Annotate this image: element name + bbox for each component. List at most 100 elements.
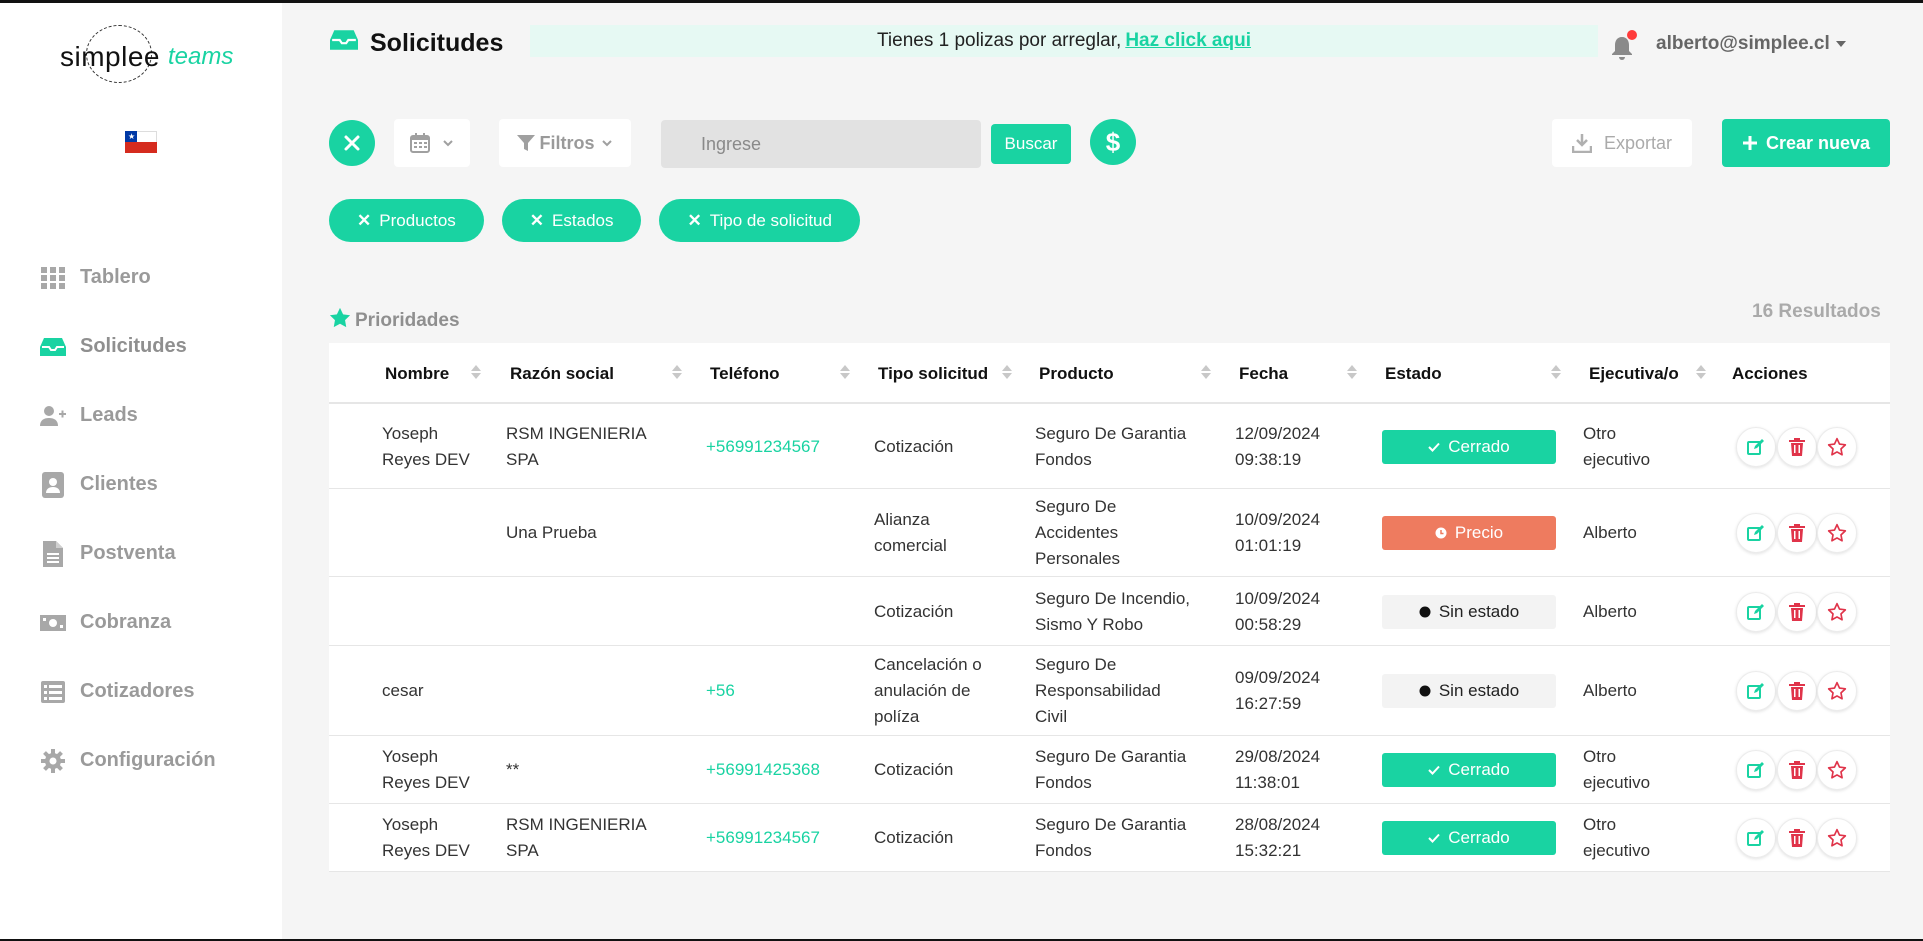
delete-button[interactable] [1777,750,1817,790]
sidebar-item-solicitudes[interactable]: Solicitudes [40,312,260,381]
grid-icon [40,265,66,291]
search-button[interactable]: Buscar [991,124,1071,164]
chip-label: Estados [552,210,614,230]
star-icon [1827,760,1847,780]
sort-icon[interactable] [672,365,682,379]
banner-link[interactable]: Haz click aqui [1125,30,1251,52]
sort-icon[interactable] [840,365,850,379]
edit-button[interactable] [1736,591,1776,632]
sort-icon[interactable] [1002,365,1012,379]
trash-icon [1789,602,1805,621]
favorite-button[interactable] [1817,591,1857,632]
table-row[interactable]: Yoseph Reyes DEV RSM INGENIERIA SPA +5699123… [329,804,1890,872]
delete-button[interactable] [1777,818,1817,858]
cell-telefono[interactable] [706,577,866,646]
cell-telefono[interactable]: +56991234567 [706,404,866,489]
delete-button[interactable] [1777,671,1817,711]
favorite-button[interactable] [1817,426,1857,467]
table-row[interactable]: cesar +56 Cancelación o anulación de políza S… [329,646,1890,736]
bell-icon[interactable] [1610,30,1638,61]
cell-tipo-solicitud: Cotización [874,804,999,872]
cell-fecha: 09/09/2024 16:27:59 [1235,646,1355,736]
filters-button[interactable]: Filtros [499,119,631,167]
sidebar-item-configuracion[interactable]: Configuración [40,726,260,795]
status-badge[interactable]: Sin estado [1382,674,1556,708]
status-label: Precio [1454,523,1504,542]
column-header-razon-social[interactable]: Razón social [510,343,614,404]
status-badge[interactable]: Sin estado [1382,594,1556,629]
status-badge[interactable]: Cerrado [1382,753,1556,787]
favorite-button[interactable] [1817,513,1857,553]
logo-suffix: teams [168,43,234,70]
cell-telefono[interactable]: +56 [706,646,866,736]
chip-productos[interactable]: ✕ Productos [329,199,484,242]
dollar-button[interactable]: $ [1090,119,1136,165]
edit-button[interactable] [1736,818,1776,858]
star-icon [1827,602,1847,622]
user-menu[interactable]: alberto@simplee.cl [1656,33,1846,55]
create-new-button[interactable]: Crear nueva [1722,119,1890,167]
favorite-button[interactable] [1817,818,1857,858]
table-row[interactable]: Yoseph Reyes DEV RSM INGENIERIA SPA +5699123… [329,404,1890,489]
chip-estados[interactable]: ✕ Estados [501,199,642,242]
table-row[interactable]: Una Prueba Alianza comercial Seguro De Accid… [329,489,1890,577]
edit-button[interactable] [1736,750,1776,790]
sidebar-item-label: Configuración [80,749,216,771]
logo[interactable]: simplee teams [58,23,248,83]
chile-flag-icon[interactable]: ★ [125,131,157,153]
dot-icon [1419,606,1431,618]
sidebar-item-leads[interactable]: Leads [40,381,260,450]
delete-button[interactable] [1777,591,1817,632]
date-picker-button[interactable] [394,119,470,167]
delete-button[interactable] [1777,513,1817,553]
sort-icon[interactable] [1696,365,1706,379]
sort-icon[interactable] [1201,365,1211,379]
favorite-button[interactable] [1817,750,1857,790]
plus-icon [1742,136,1757,150]
priorities-toggle[interactable]: Prioridades [329,307,460,335]
cell-ejecutivo-line: Alberto [1583,681,1637,700]
star-icon [1827,523,1847,543]
filter-chips: ✕ Productos ✕ Estados ✕ Tipo de solicitu… [329,199,860,242]
table-row[interactable]: Cotización Seguro De Incendio, Sismo Y Rob… [329,577,1890,646]
chip-tipo-solicitud[interactable]: ✕ Tipo de solicitud [659,199,860,242]
favorite-button[interactable] [1817,671,1857,711]
clear-filters-button[interactable] [329,120,375,166]
column-header-ejecutivo[interactable]: Ejecutiva/o [1589,343,1679,404]
close-icon[interactable]: ✕ [530,211,544,231]
edit-button[interactable] [1736,426,1776,467]
sidebar-item-postventa[interactable]: Postventa [40,519,260,588]
export-button[interactable]: Exportar [1552,119,1692,167]
search-input[interactable] [661,120,981,168]
column-header-nombre[interactable]: Nombre [385,343,449,404]
sort-icon[interactable] [1551,365,1561,379]
sidebar-item-cotizadores[interactable]: Cotizadores [40,657,260,726]
column-header-telefono[interactable]: Teléfono [710,343,780,404]
sort-icon[interactable] [471,365,481,379]
page-title: Solicitudes [330,29,503,58]
close-icon[interactable]: ✕ [357,211,371,231]
edit-button[interactable] [1736,513,1776,553]
sidebar-item-clientes[interactable]: Clientes [40,450,260,519]
status-badge[interactable]: Precio [1382,516,1556,550]
sidebar-item-label: Postventa [80,542,176,564]
delete-button[interactable] [1777,426,1817,467]
column-header-producto[interactable]: Producto [1039,343,1114,404]
column-header-estado[interactable]: Estado [1385,343,1442,404]
column-header-fecha[interactable]: Fecha [1239,343,1288,404]
close-icon[interactable]: ✕ [687,211,701,231]
cell-telefono[interactable]: +56991425368 [706,736,866,804]
cell-ejecutivo: Alberto [1583,489,1683,577]
column-header-tipo-solicitud[interactable]: Tipo solicitud [878,343,988,404]
sort-icon[interactable] [1347,365,1357,379]
cell-telefono[interactable] [706,489,866,577]
sidebar-item-tablero[interactable]: Tablero [40,243,260,312]
cell-nombre-line: Yoseph [382,423,439,443]
status-badge[interactable]: Cerrado [1382,821,1556,855]
chevron-down-icon [1835,41,1846,47]
status-badge[interactable]: Cerrado [1382,429,1556,464]
sidebar-item-cobranza[interactable]: Cobranza [40,588,260,657]
table-row[interactable]: Yoseph Reyes DEV ** +56991425368 Cotización S… [329,736,1890,804]
edit-button[interactable] [1736,671,1776,711]
cell-telefono[interactable]: +56991234567 [706,804,866,872]
